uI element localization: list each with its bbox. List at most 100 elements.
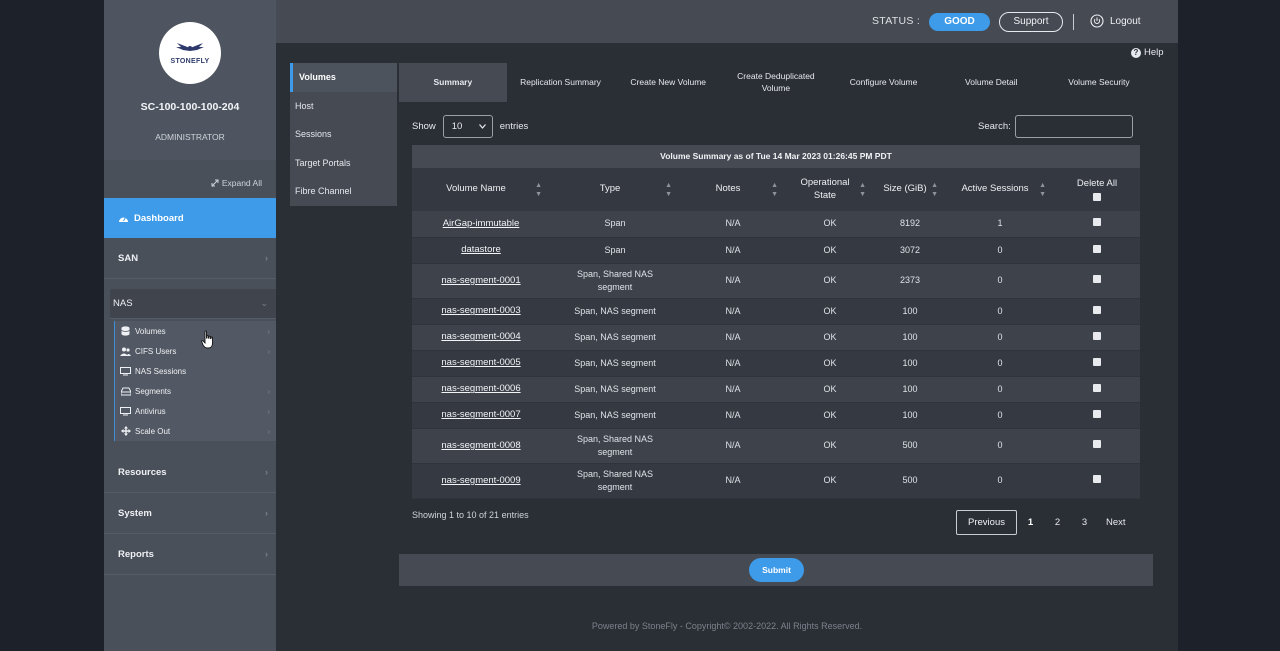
- volume-state: OK: [823, 275, 837, 286]
- delete-checkbox[interactable]: [1093, 331, 1101, 340]
- volume-size: 500: [902, 440, 918, 451]
- tab-configure-volume[interactable]: Configure Volume: [830, 63, 938, 102]
- sidebar-item-segments[interactable]: Segments ›: [115, 381, 276, 401]
- sidebar-item-label: Resources: [118, 467, 167, 478]
- sidebar-item-scale-out[interactable]: Scale Out ›: [115, 421, 276, 441]
- delete-checkbox[interactable]: [1093, 440, 1101, 449]
- page-3-link[interactable]: 3: [1071, 517, 1098, 528]
- sidebar-item-dashboard[interactable]: Dashboard: [104, 198, 276, 238]
- volume-name-link[interactable]: nas-segment-0003: [412, 298, 550, 324]
- volume-type: Span, NAS segment: [574, 383, 656, 394]
- sidebar-item-san[interactable]: SAN ›: [104, 239, 276, 279]
- next-button[interactable]: Next: [1106, 517, 1126, 528]
- volume-type: Span, Shared NAS segment: [576, 268, 654, 292]
- volume-type: Span, Shared NAS segment: [576, 433, 654, 457]
- page-1-link[interactable]: 1: [1017, 517, 1044, 528]
- volume-state: OK: [823, 440, 837, 451]
- table-row: nas-segment-0006 Span, NAS segment N/A OK 10…: [412, 376, 1140, 402]
- sidebar-item-reports[interactable]: Reports ›: [104, 535, 276, 575]
- col-active-sessions[interactable]: Active Sessions ▲ ▼: [946, 168, 1054, 211]
- submit-button[interactable]: Submit: [749, 558, 804, 582]
- sidebar-item-antivirus[interactable]: Antivirus ›: [115, 401, 276, 421]
- sidebar-item-nas[interactable]: NAS ⌄: [110, 289, 276, 319]
- chevron-right-icon: ›: [265, 508, 268, 518]
- chevron-right-icon: ›: [267, 346, 270, 356]
- volume-type: Span: [604, 218, 626, 229]
- question-icon: ?: [1131, 47, 1141, 58]
- help-link[interactable]: ? Help: [1131, 47, 1164, 58]
- volume-name-link[interactable]: datastore: [412, 237, 550, 263]
- subnav-volumes[interactable]: Volumes: [290, 63, 397, 92]
- delete-cell: [1054, 428, 1140, 463]
- subnav-fibre-channel[interactable]: Fibre Channel: [290, 177, 397, 206]
- col-type[interactable]: Type ▲ ▼: [550, 168, 680, 211]
- delete-cell: [1054, 463, 1140, 498]
- tab-create-deduplicated-volume[interactable]: Create Deduplicated Volume: [722, 63, 830, 102]
- col-size[interactable]: Size (GiB) ▲ ▼: [874, 168, 946, 211]
- tab-summary[interactable]: Summary: [399, 63, 507, 102]
- sidebar-item-system[interactable]: System ›: [104, 494, 276, 534]
- volume-name-link[interactable]: AirGap-immutable: [412, 211, 550, 237]
- table-body: AirGap-immutable Span N/A OK 8192 1 datastore S…: [412, 211, 1140, 498]
- sidebar-item-resources[interactable]: Resources ›: [104, 453, 276, 493]
- previous-button[interactable]: Previous: [956, 510, 1017, 535]
- volume-size: 100: [902, 305, 918, 316]
- expand-all-label: Expand All: [221, 178, 262, 188]
- volume-name-link[interactable]: nas-segment-0001: [412, 263, 550, 298]
- col-operational-state[interactable]: Operational State ▲ ▼: [786, 168, 874, 211]
- chevron-right-icon: ›: [267, 326, 270, 336]
- volume-state: OK: [823, 475, 837, 486]
- search-input[interactable]: [1014, 115, 1133, 138]
- delete-checkbox[interactable]: [1093, 475, 1101, 484]
- volume-name-link[interactable]: nas-segment-0004: [412, 324, 550, 350]
- entries-select[interactable]: 10: [442, 115, 493, 138]
- tab-volume-security[interactable]: Volume Security: [1045, 63, 1153, 102]
- delete-checkbox[interactable]: [1093, 244, 1101, 253]
- expand-all-link[interactable]: Expand All: [211, 178, 262, 188]
- delete-checkbox[interactable]: [1093, 409, 1101, 418]
- users-icon: [120, 346, 131, 356]
- logo-text: STONEFLY: [170, 58, 210, 65]
- sidebar-item-label: Volumes: [135, 326, 166, 336]
- subnav-host[interactable]: Host: [290, 92, 397, 121]
- power-icon: [1090, 14, 1104, 28]
- volume-notes: N/A: [725, 383, 741, 394]
- delete-checkbox[interactable]: [1093, 357, 1101, 366]
- sidebar-item-volumes[interactable]: Volumes ›: [115, 321, 276, 341]
- volume-size: 8192: [899, 218, 921, 229]
- volume-name-link[interactable]: nas-segment-0006: [412, 376, 550, 402]
- tab-volume-detail[interactable]: Volume Detail: [937, 63, 1045, 102]
- top-header: STATUS : GOOD Support Logout: [276, 0, 1178, 43]
- volume-name-link[interactable]: nas-segment-0008: [412, 428, 550, 463]
- volume-name-link[interactable]: nas-segment-0009: [412, 463, 550, 498]
- volume-name-link[interactable]: nas-segment-0005: [412, 350, 550, 376]
- sort-icon: ▲ ▼: [665, 181, 672, 198]
- wings-icon: [176, 43, 204, 51]
- delete-all-checkbox[interactable]: [1093, 193, 1101, 202]
- support-button[interactable]: Support: [999, 12, 1063, 32]
- delete-checkbox[interactable]: [1093, 305, 1101, 314]
- sidebar-item-cifs-users[interactable]: CIFS Users ›: [115, 341, 276, 361]
- sidebar-item-nas-sessions[interactable]: NAS Sessions: [115, 361, 276, 381]
- entries-control: Show 10 entries: [412, 115, 528, 138]
- volume-name-link[interactable]: nas-segment-0007: [412, 402, 550, 428]
- logout-button[interactable]: Logout: [1090, 14, 1141, 28]
- volume-type: Span, NAS segment: [574, 305, 656, 316]
- delete-checkbox[interactable]: [1093, 218, 1101, 227]
- col-volume-name[interactable]: Volume Name ▲ ▼: [412, 168, 550, 211]
- sort-icon: ▲ ▼: [1039, 181, 1046, 198]
- volume-state: OK: [823, 357, 837, 368]
- delete-checkbox[interactable]: [1093, 275, 1101, 284]
- volume-notes: N/A: [725, 275, 741, 286]
- subnav-sessions[interactable]: Sessions: [290, 120, 397, 149]
- col-notes[interactable]: Notes ▲ ▼: [680, 168, 786, 211]
- table-row: nas-segment-0005 Span, NAS segment N/A OK 10…: [412, 350, 1140, 376]
- entries-select-value: 10: [451, 121, 463, 132]
- page-2-link[interactable]: 2: [1044, 517, 1071, 528]
- tab-create-new-volume[interactable]: Create New Volume: [614, 63, 722, 102]
- delete-checkbox[interactable]: [1093, 383, 1101, 392]
- tab-replication-summary[interactable]: Replication Summary: [507, 63, 615, 102]
- move-icon: [120, 426, 131, 436]
- subnav-target-portals[interactable]: Target Portals: [290, 149, 397, 178]
- hostname: SC-100-100-100-204: [140, 101, 240, 113]
